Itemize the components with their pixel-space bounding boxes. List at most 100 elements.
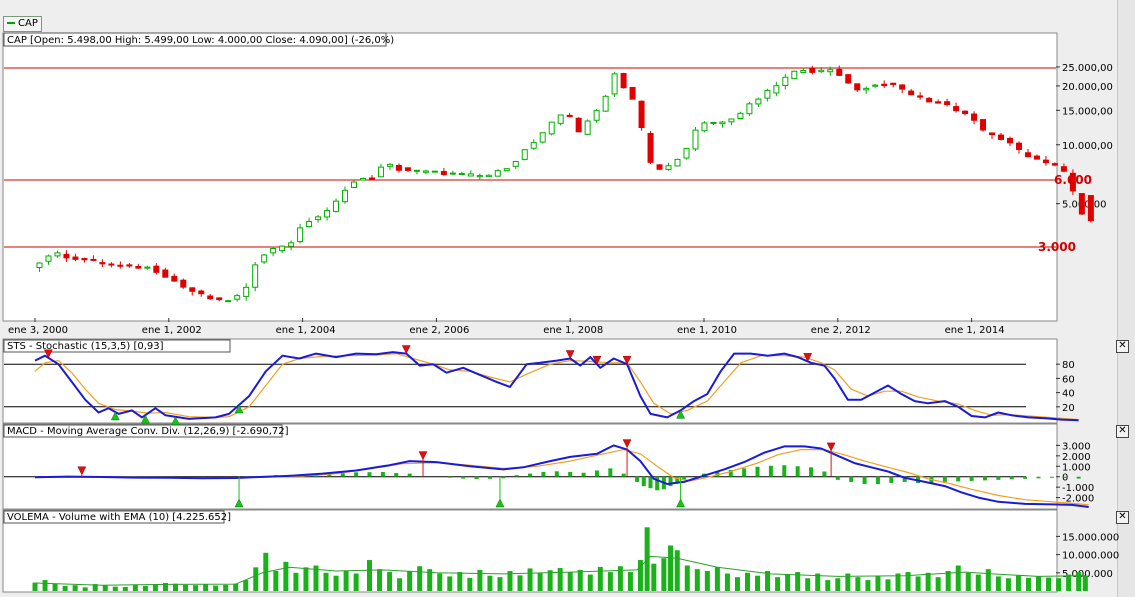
macd-panel-title: MACD - Moving Average Conv. Div. (12,26,… [7, 426, 289, 437]
volume-bar [397, 578, 403, 591]
volume-bar [1076, 572, 1082, 591]
volume-bar [417, 566, 423, 591]
volume-bar [1056, 578, 1062, 591]
volume-bar [547, 570, 553, 591]
macd-histogram-bar [889, 476, 894, 483]
price-candle [117, 264, 124, 267]
price-candle [54, 252, 61, 257]
volume-bar [945, 570, 951, 591]
volume-bar [467, 577, 473, 591]
price-candle [728, 118, 735, 123]
volume-bar [323, 572, 329, 591]
macd-histogram-bar [394, 473, 399, 477]
x-tick-label: ene 2, 2006 [409, 325, 469, 336]
price-candle [63, 253, 70, 259]
macd-histogram-bar [501, 476, 506, 479]
price-candle [333, 200, 340, 212]
price-candle [1006, 137, 1013, 144]
volume-bar [487, 575, 493, 591]
macd-histogram-bar [835, 476, 840, 480]
volume-bar [537, 572, 543, 591]
price-candle [593, 110, 600, 121]
price-candle [656, 164, 663, 170]
macd-histogram-bar [755, 466, 760, 477]
close-volema-panel-button[interactable]: ✕ [1116, 511, 1129, 524]
price-candle [818, 69, 825, 73]
volume-bar [152, 584, 158, 591]
volume-bar [32, 582, 38, 591]
close-sts-panel-button[interactable]: ✕ [1116, 340, 1129, 353]
price-candle [144, 266, 151, 269]
volume-bar [122, 586, 128, 591]
price-candle [440, 170, 447, 176]
volume-bar [367, 560, 372, 591]
chart-canvas: CAP [Open: 5.498,00 High: 5.499,00 Low: … [2, 32, 1119, 593]
price-candle [1078, 193, 1085, 215]
volume-bar [668, 545, 674, 591]
price-candle [575, 117, 582, 133]
price-candle [297, 227, 304, 243]
price-candle [45, 255, 52, 262]
x-tick-label: ene 1, 2008 [543, 325, 603, 336]
price-y-tick-label: 10.000,00 [1062, 141, 1113, 152]
volume-bar [253, 567, 259, 591]
macd-histogram-bar [568, 472, 573, 477]
macd-histogram-bar [380, 472, 385, 477]
volume-bar [775, 577, 781, 591]
volume-bar [353, 573, 359, 591]
volume-bar [557, 568, 563, 591]
macd-histogram-bar [354, 472, 359, 477]
price-candle [530, 142, 537, 149]
x-tick-label: ene 3, 2000 [8, 325, 68, 336]
price-candle [153, 265, 160, 273]
price-candle [1033, 155, 1040, 160]
volume-bar [674, 550, 680, 591]
price-panel-title: CAP [Open: 5.498,00 High: 5.499,00 Low: … [7, 35, 394, 46]
volume-bar [865, 580, 871, 591]
price-candle [36, 262, 43, 268]
volume-bar [223, 584, 229, 591]
volume-bar [183, 584, 189, 591]
price-candle [746, 103, 753, 115]
price-candle [800, 70, 807, 73]
price-candle [773, 85, 780, 94]
x-tick-label: ene 1, 2010 [677, 325, 737, 336]
volume-bar [203, 584, 209, 591]
price-candle [1069, 172, 1076, 192]
price-candle [944, 101, 951, 105]
price-candle [422, 170, 429, 173]
volume-bar [333, 575, 339, 591]
price-candle [1024, 152, 1031, 158]
macd-histogram-bar [822, 471, 827, 477]
price-candle [737, 112, 744, 119]
price-candle [989, 132, 996, 136]
price-candle [162, 269, 169, 278]
volume-bar [975, 574, 981, 591]
price-candle [665, 165, 672, 170]
price-candle [647, 133, 654, 163]
macd-y-tick-label: 0 [1062, 473, 1068, 484]
volume-bar [935, 577, 941, 591]
macd-histogram-bar [554, 471, 559, 477]
macd-histogram-bar [742, 468, 747, 477]
price-candle [998, 134, 1005, 140]
price-candle [189, 287, 196, 292]
vol-y-tick-label: 10.000.000 [1062, 551, 1119, 562]
price-candle [1087, 195, 1094, 222]
price-candle [872, 84, 879, 87]
close-macd-panel-button[interactable]: ✕ [1116, 425, 1129, 438]
price-candle [755, 98, 762, 105]
price-candle [719, 121, 726, 125]
price-candle [953, 106, 960, 112]
volume-bar [684, 565, 690, 591]
price-candle [548, 121, 555, 135]
price-candle [494, 170, 501, 177]
price-candle [1051, 163, 1058, 166]
price-candle [207, 295, 214, 300]
macd-histogram-bar [581, 472, 586, 477]
price-candle [467, 173, 474, 177]
price-candle [1015, 142, 1022, 150]
sts-y-tick-label: 80 [1062, 360, 1075, 371]
volume-bar [527, 568, 533, 591]
volume-bar [785, 574, 791, 591]
